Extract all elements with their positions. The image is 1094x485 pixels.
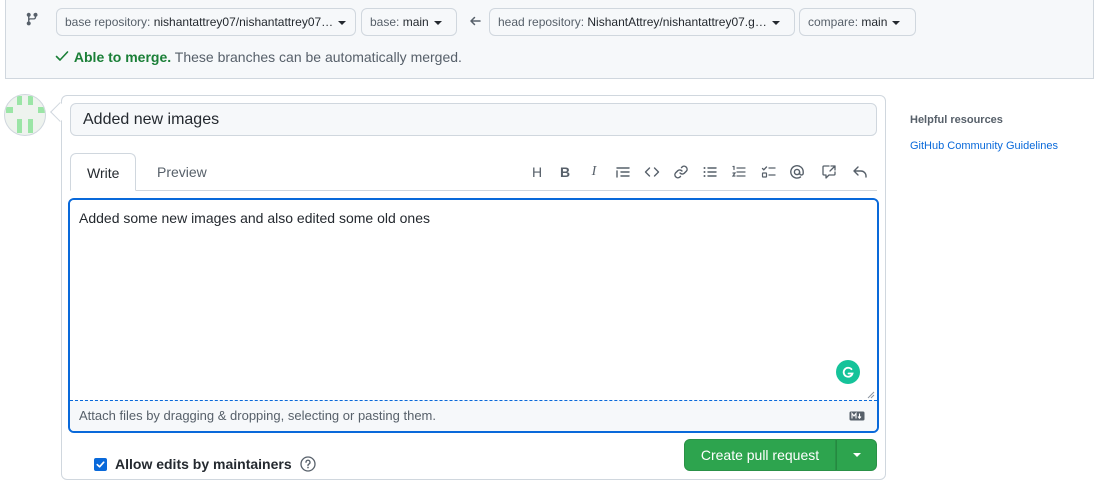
tab-preview[interactable]: Preview xyxy=(141,153,223,191)
helpful-resources-heading: Helpful resources xyxy=(910,114,1003,126)
allow-edits-option[interactable]: Allow edits by maintainers xyxy=(94,456,316,472)
bulleted-list-icon[interactable] xyxy=(699,162,721,182)
tab-write[interactable]: Write xyxy=(70,153,137,191)
italic-icon[interactable]: I xyxy=(583,162,605,182)
head-repository-label: head repository: xyxy=(498,15,588,29)
grammarly-icon[interactable] xyxy=(836,360,860,384)
numbered-list-icon[interactable] xyxy=(728,162,750,182)
chevron-down-icon xyxy=(892,20,901,25)
base-branch-select[interactable]: base: main xyxy=(361,8,457,36)
avatar[interactable] xyxy=(4,94,46,136)
arrow-left-icon xyxy=(470,16,481,26)
chevron-down-icon xyxy=(852,453,861,457)
mention-icon[interactable] xyxy=(786,162,808,182)
head-repository-select[interactable]: head repository: NishantAttrey/nishantat… xyxy=(489,8,795,36)
chevron-down-icon xyxy=(771,20,780,25)
base-branch-label: base: xyxy=(370,15,403,29)
base-repository-label: base repository: xyxy=(65,15,154,29)
compare-bar: base repository: nishantattrey07/nishant… xyxy=(5,0,1094,79)
compare-branch-select[interactable]: compare: main xyxy=(799,8,916,36)
cross-reference-icon[interactable] xyxy=(818,162,840,182)
compare-branch-value: main xyxy=(861,15,888,29)
comment-editor: Added some new images and also edited so… xyxy=(68,198,879,433)
head-repository-value: NishantAttrey/nishantattrey07.g… xyxy=(587,15,767,29)
attach-files-bar[interactable]: Attach files by dragging & dropping, sel… xyxy=(70,400,877,431)
markdown-icon[interactable] xyxy=(849,411,865,421)
allow-edits-label: Allow edits by maintainers xyxy=(115,456,292,472)
bold-icon[interactable]: B xyxy=(554,162,576,182)
base-branch-value: main xyxy=(402,15,429,29)
merge-status: Able to merge. These branches can be aut… xyxy=(54,48,462,65)
allow-edits-checkbox[interactable] xyxy=(94,457,107,471)
base-repository-value: nishantattrey07/nishantattrey07… xyxy=(153,15,334,29)
community-guidelines-link[interactable]: GitHub Community Guidelines xyxy=(910,140,1058,152)
code-icon[interactable] xyxy=(641,162,663,182)
pr-title-input[interactable] xyxy=(70,103,877,136)
pr-body-textarea[interactable]: Added some new images and also edited so… xyxy=(70,200,877,400)
resize-handle-icon[interactable] xyxy=(867,391,875,399)
compare-branch-label: compare: xyxy=(808,15,862,29)
question-icon[interactable] xyxy=(299,456,316,472)
chevron-down-icon xyxy=(338,20,347,25)
attach-files-hint: Attach files by dragging & dropping, sel… xyxy=(79,408,436,423)
quote-icon[interactable] xyxy=(612,162,634,182)
create-pull-request-button[interactable]: Create pull request xyxy=(684,439,836,471)
merge-status-message: These branches can be automatically merg… xyxy=(171,49,462,65)
base-repository-select[interactable]: base repository: nishantattrey07/nishant… xyxy=(56,8,356,36)
task-list-icon[interactable] xyxy=(758,162,780,182)
create-options-dropdown[interactable] xyxy=(836,439,877,471)
check-icon xyxy=(55,51,69,61)
git-compare-icon xyxy=(26,12,38,26)
merge-status-title: Able to merge. xyxy=(73,49,172,65)
heading-icon[interactable]: H xyxy=(526,162,548,182)
reply-icon[interactable] xyxy=(849,162,871,182)
chevron-down-icon xyxy=(433,20,442,25)
link-icon[interactable] xyxy=(670,162,692,182)
